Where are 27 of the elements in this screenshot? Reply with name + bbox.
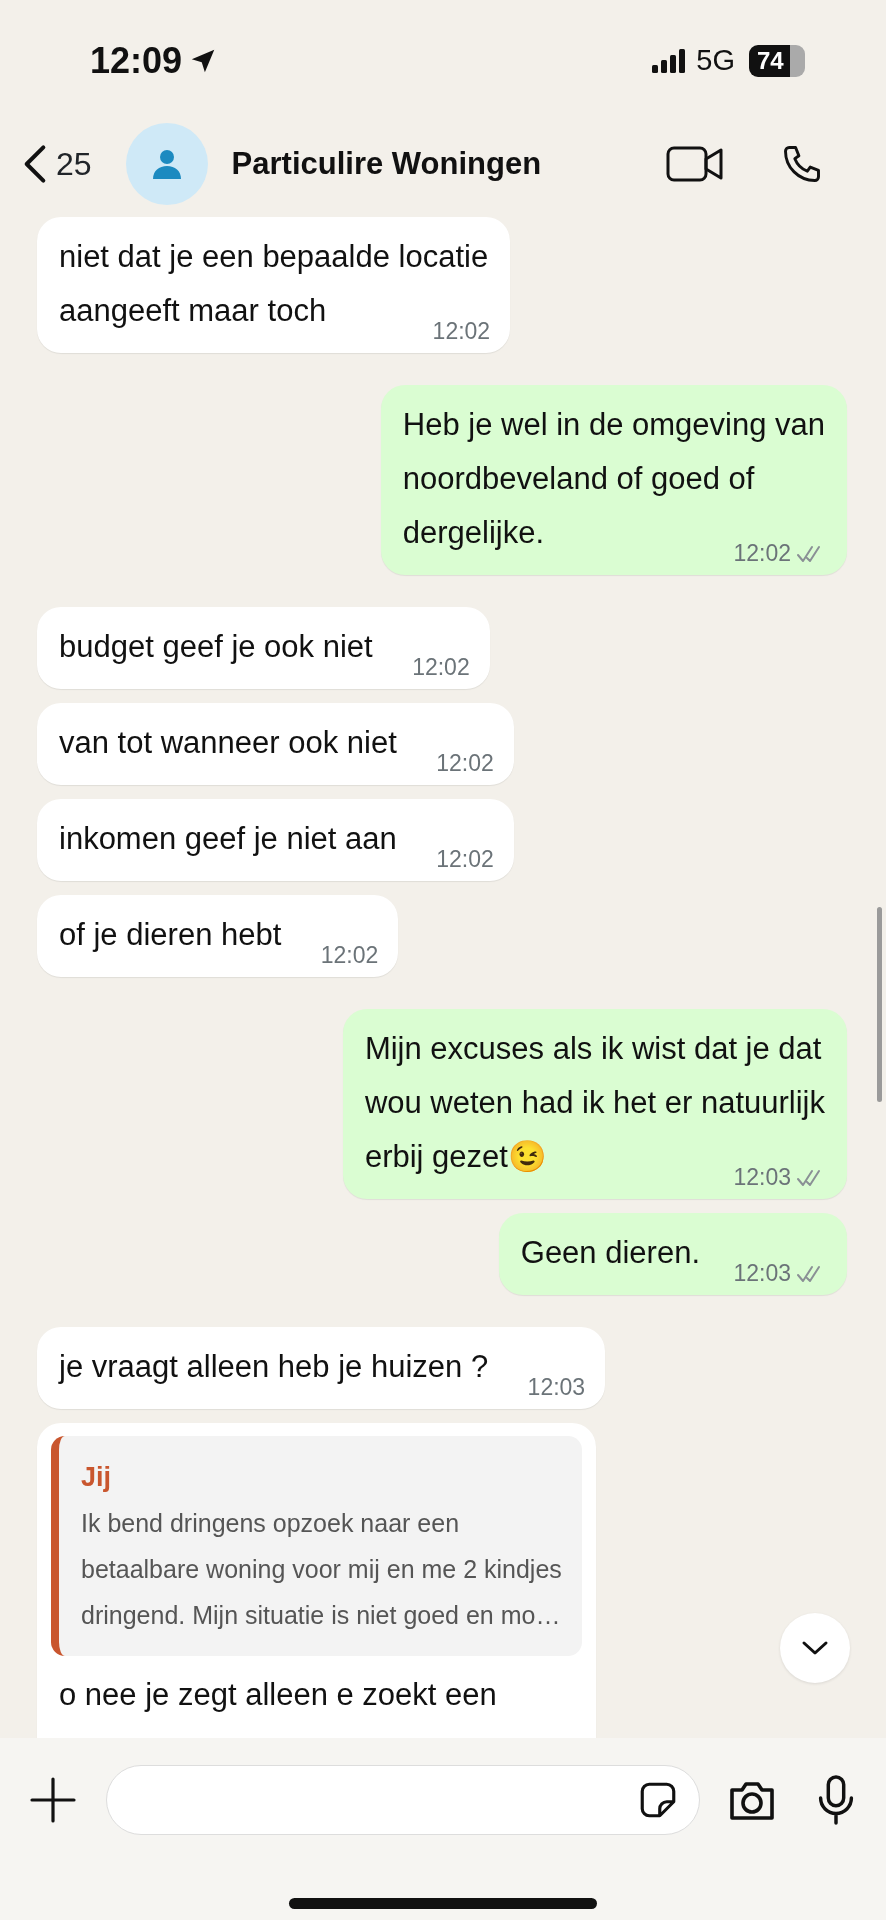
message-time: 12:03 bbox=[733, 1262, 791, 1286]
network-label: 5G bbox=[696, 43, 735, 78]
message-time: 12:03 bbox=[527, 1376, 586, 1400]
video-call-icon[interactable] bbox=[666, 144, 724, 185]
signal-icon bbox=[652, 48, 687, 73]
battery-indicator: 74 bbox=[749, 44, 805, 77]
person-icon bbox=[151, 148, 182, 181]
message-time: 12:02 bbox=[320, 944, 379, 968]
quote-text: Ik bend dringens opzoek naar een betaalbare woning voor mij en me 2 kindjes dringend. Mijn situatie is niet goed en mo… bbox=[81, 1508, 562, 1632]
quote-author: Jij bbox=[81, 1461, 113, 1495]
message-time: 12:02 bbox=[412, 656, 470, 680]
plus-icon[interactable] bbox=[30, 1777, 76, 1824]
message-text: budget geef je ook niet bbox=[59, 629, 373, 665]
message-text: o nee je zegt alleen e zoekt een bbox=[59, 1677, 497, 1713]
microphone-icon[interactable] bbox=[816, 1775, 856, 1826]
message-text: of je dieren hebt bbox=[59, 917, 282, 953]
message-text: van tot wanneer ook niet bbox=[59, 725, 397, 761]
message-time: 12:02 bbox=[436, 752, 494, 776]
back-icon bbox=[22, 144, 48, 185]
back-button[interactable]: 25 bbox=[22, 140, 92, 189]
quoted-message[interactable]: Jij Ik bend dringens opzoek naar een betaalbare woning voor mij en me 2 kindjes dringend. Mijn situatie is niet goed en mo… bbox=[51, 1436, 582, 1657]
message-time: 12:02 bbox=[436, 848, 494, 872]
message-text: Geen dieren. bbox=[520, 1235, 700, 1271]
message-text: je vraagt alleen heb je huizen ? bbox=[59, 1349, 489, 1385]
chat-title[interactable]: Particulire Woningen bbox=[231, 141, 542, 188]
status-time: 12:09 bbox=[90, 38, 183, 83]
message-text: inkomen geef je niet aan bbox=[59, 821, 397, 857]
